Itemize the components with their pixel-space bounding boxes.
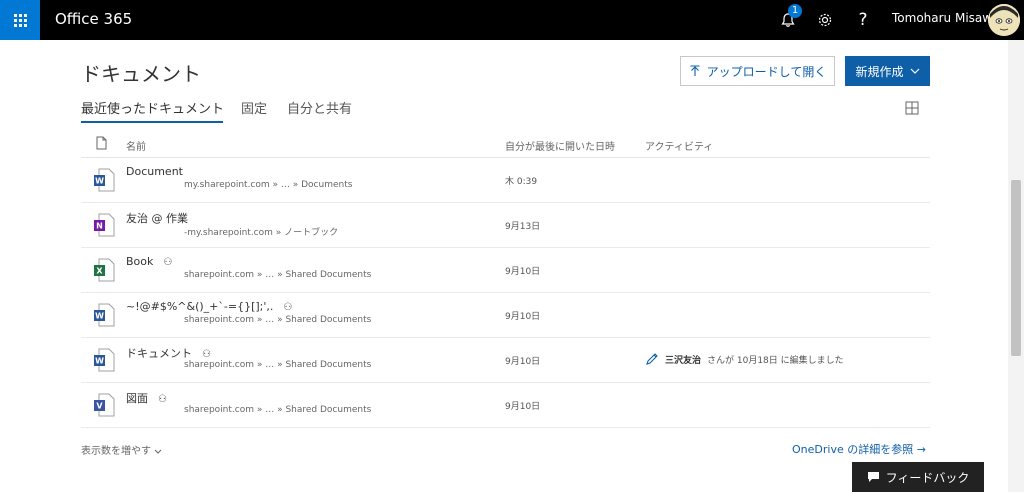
file-name[interactable]: ドキュメント ⚇: [126, 345, 211, 361]
grid-view-icon[interactable]: [905, 101, 919, 115]
help-icon[interactable]: ?: [851, 8, 875, 32]
column-activity[interactable]: アクティビティ: [645, 138, 713, 153]
app-title[interactable]: Office 365: [55, 10, 132, 28]
onenote-file-icon: N: [94, 213, 115, 237]
file-date: 9月10日: [505, 357, 541, 367]
tab-shared-with-me[interactable]: 自分と共有: [287, 98, 352, 117]
notification-badge: 1: [788, 4, 802, 18]
column-header-row: 名前 自分が最後に開いた日時 アクティビティ: [81, 131, 930, 158]
file-row[interactable]: N 友治 @ 作業 -my.sharepoint.com » ノートブック 9月…: [81, 202, 930, 248]
file-date: 9月13日: [505, 222, 541, 232]
file-name[interactable]: Book ⚇: [126, 255, 172, 268]
shared-icon: ⚇: [283, 301, 293, 313]
file-date: 木 0:39: [505, 177, 538, 187]
chevron-down-icon: [910, 68, 919, 74]
word-file-icon: W: [94, 348, 115, 372]
chevron-down-icon: [154, 449, 162, 454]
file-name[interactable]: Document: [126, 165, 183, 178]
shared-icon: ⚇: [163, 256, 173, 268]
waffle-icon[interactable]: [0, 0, 40, 40]
svg-text:W: W: [95, 177, 104, 186]
file-name[interactable]: 友治 @ 作業: [126, 210, 188, 226]
svg-text:W: W: [95, 312, 104, 321]
file-name-text: 図面: [126, 392, 148, 405]
file-path: sharepoint.com » … » Shared Documents: [184, 315, 372, 325]
column-last-opened[interactable]: 自分が最後に開いた日時: [505, 138, 615, 153]
file-path: -my.sharepoint.com » ノートブック: [184, 228, 339, 238]
file-date: 9月10日: [505, 267, 541, 277]
onedrive-link-label: OneDrive の詳細を参照: [792, 443, 914, 456]
file-type-icon[interactable]: [96, 136, 107, 150]
show-more-button[interactable]: 表示数を増やす: [81, 442, 162, 457]
file-date: 9月10日: [505, 402, 541, 412]
user-name[interactable]: Tomoharu Misawa: [892, 11, 999, 25]
svg-text:W: W: [95, 357, 104, 366]
tab-pinned[interactable]: 固定: [241, 98, 267, 117]
file-row[interactable]: W ~!@#$%^&()_+`-={}[];',. ⚇ sharepoint.co…: [81, 292, 930, 338]
tab-recent[interactable]: 最近使ったドキュメント: [81, 98, 224, 117]
file-date: 9月10日: [505, 312, 541, 322]
onedrive-learn-more-link[interactable]: OneDrive の詳細を参照 →: [792, 441, 926, 457]
new-label: 新規作成: [855, 64, 904, 79]
file-path: sharepoint.com » … » Shared Documents: [184, 405, 372, 415]
file-name-text: ~!@#$%^&()_+`-={}[];',.: [126, 300, 274, 313]
file-name-text: ドキュメント: [126, 347, 192, 360]
new-button[interactable]: 新規作成: [845, 56, 930, 86]
arrow-right-icon: →: [916, 443, 926, 456]
file-path: my.sharepoint.com » … » Documents: [184, 180, 353, 190]
activity-info: 三沢友治 さんが 10月18日 に編集しました: [645, 352, 844, 366]
visio-file-icon: V: [94, 393, 115, 417]
file-row[interactable]: V 図面 ⚇ sharepoint.com » … » Shared Docume…: [81, 382, 930, 428]
show-more-label: 表示数を増やす: [81, 446, 151, 457]
file-name[interactable]: 図面 ⚇: [126, 390, 167, 406]
svg-text:V: V: [96, 402, 103, 411]
active-tab-indicator: [81, 121, 223, 123]
file-row[interactable]: W Document my.sharepoint.com » … » Docum…: [81, 157, 930, 203]
activity-user[interactable]: 三沢友治: [665, 353, 701, 366]
page-title: ドキュメント: [81, 62, 201, 86]
bell-icon[interactable]: 1: [776, 4, 802, 32]
word-file-icon: W: [94, 303, 115, 327]
excel-file-icon: X: [94, 258, 115, 282]
upload-icon: [690, 65, 700, 76]
svg-text:X: X: [96, 267, 103, 276]
upload-and-open-button[interactable]: アップロードして開く: [680, 56, 835, 86]
column-name[interactable]: 名前: [126, 138, 146, 153]
file-path: sharepoint.com » … » Shared Documents: [184, 360, 372, 370]
file-path: sharepoint.com » … » Shared Documents: [184, 270, 372, 280]
feedback-label: フィードバック: [885, 470, 970, 485]
gear-icon[interactable]: [813, 8, 837, 32]
file-name[interactable]: ~!@#$%^&()_+`-={}[];',. ⚇: [126, 300, 292, 313]
activity-text: さんが 10月18日 に編集しました: [707, 355, 844, 366]
upload-label: アップロードして開く: [706, 64, 827, 79]
top-bar: Office 365 1 ? Tomoharu Misawa: [0, 0, 1024, 40]
word-file-icon: W: [94, 168, 115, 192]
svg-text:N: N: [96, 222, 103, 231]
shared-icon: ⚇: [202, 348, 211, 360]
avatar[interactable]: [988, 4, 1020, 36]
scrollbar-thumb[interactable]: [1011, 180, 1021, 356]
file-row[interactable]: W ドキュメント ⚇ sharepoint.com » … » Shared Do…: [81, 337, 930, 383]
feedback-button[interactable]: フィードバック: [852, 462, 984, 492]
pencil-icon: [646, 353, 658, 365]
file-row[interactable]: X Book ⚇ sharepoint.com » … » Shared Docu…: [81, 247, 930, 293]
comment-icon: [867, 472, 879, 482]
file-name-text: Book: [126, 255, 154, 268]
shared-icon: ⚇: [158, 393, 167, 405]
